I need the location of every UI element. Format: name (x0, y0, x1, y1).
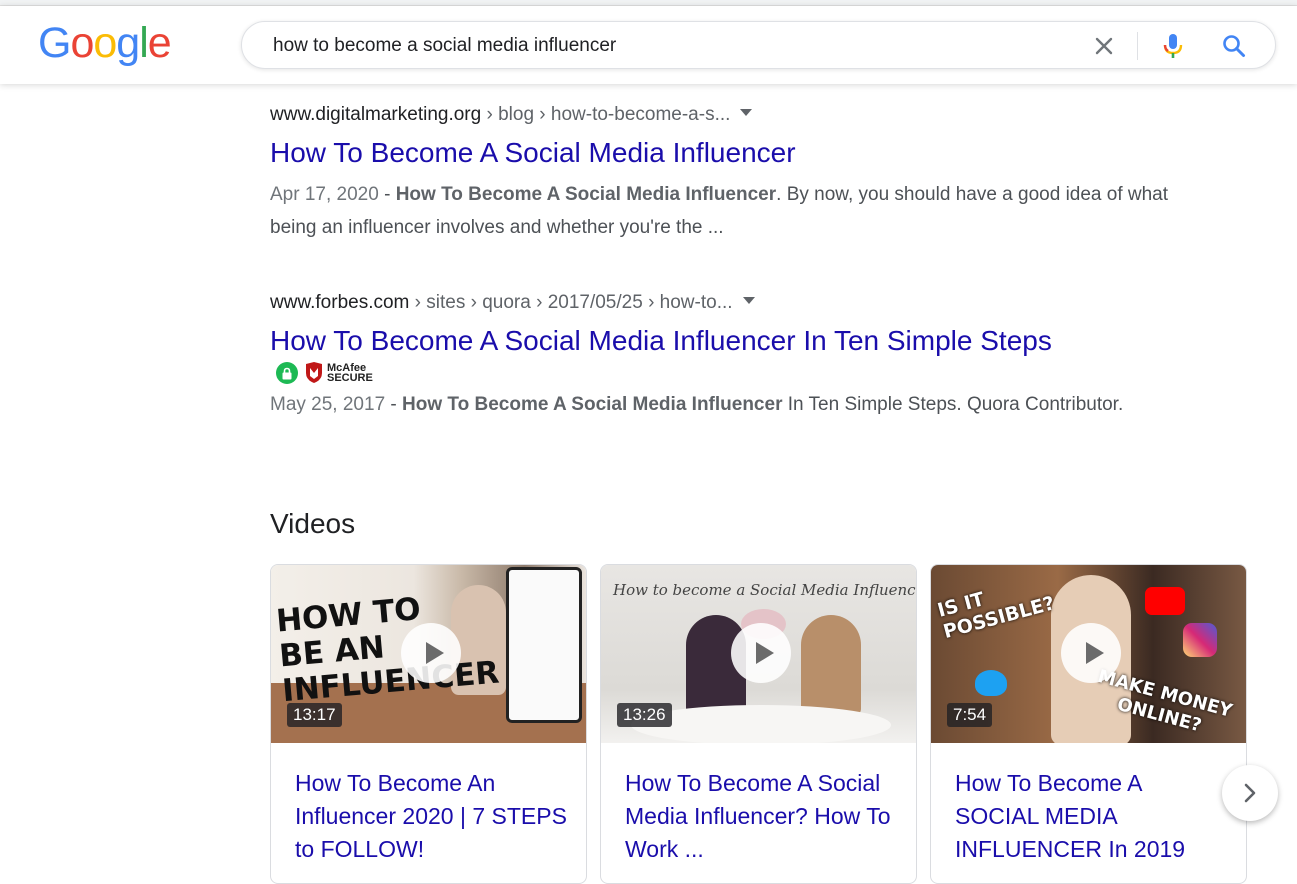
search-box (241, 21, 1276, 69)
result-menu-arrow-icon[interactable] (742, 297, 755, 305)
result-snippet: May 25, 2017 - How To Become A Social Me… (270, 388, 1190, 421)
result-site: www.forbes.com (270, 292, 410, 313)
play-icon (1061, 623, 1121, 683)
thumbnail-caption: How to become a Social Media Influencer! (613, 581, 917, 599)
thumbnail-phone (506, 567, 582, 723)
video-thumbnail: How to become a Social Media Influencer!… (601, 565, 917, 743)
video-title-link[interactable]: How To Become A Social Media Influencer?… (625, 767, 900, 866)
video-card[interactable]: HOW TO BE AN INFLUENCER 13:17 How To Bec… (270, 564, 587, 884)
mcafee-shield-icon (306, 362, 322, 383)
result-snippet: Apr 17, 2020 - How To Become A Social Me… (270, 178, 1190, 244)
result-title-link[interactable]: How To Become A Social Media Influencer (270, 136, 1190, 170)
clear-search-button[interactable] (1092, 34, 1116, 58)
result-title-link[interactable]: How To Become A Social Media Influencer … (270, 324, 1190, 358)
chevron-right-icon (1244, 783, 1256, 803)
snippet-text: In Ten Simple Steps. Quora Contributor. (782, 394, 1124, 415)
video-thumbnail: IS IT POSSIBLE? MAKE MONEY ONLINE? 7:54 (931, 565, 1246, 743)
google-logo[interactable]: Google (38, 19, 172, 67)
logo-letter: o (70, 19, 94, 67)
snippet-highlight: How To Become A Social Media Influencer (395, 184, 777, 205)
result-breadcrumbs: › blog › how-to-become-a-s... (481, 104, 731, 125)
close-icon (1095, 37, 1113, 55)
thumbnail-youtube-logo (1145, 587, 1185, 615)
result-url[interactable]: www.digitalmarketing.org › blog › how-to… (270, 103, 1190, 127)
result-menu-arrow-icon[interactable] (740, 109, 753, 117)
mcafee-badge-line2: SECURE (327, 372, 373, 384)
result-url[interactable]: www.forbes.com › sites › quora › 2017/05… (270, 291, 1190, 315)
thumbnail-twitter-logo (975, 670, 1007, 696)
logo-letter: g (116, 19, 140, 67)
video-card[interactable]: How to become a Social Media Influencer!… (600, 564, 917, 884)
thumbnail-caption: HOW TO BE AN INFLUENCER (275, 586, 501, 709)
result-date: May 25, 2017 (270, 394, 386, 415)
logo-letter: l (139, 19, 149, 67)
carousel-next-button[interactable] (1222, 765, 1278, 821)
snippet-highlight: How To Become A Social Media Influencer (402, 394, 783, 415)
video-thumbnail: HOW TO BE AN INFLUENCER 13:17 (271, 565, 586, 743)
video-duration: 13:17 (287, 703, 342, 727)
search-box-divider (1137, 32, 1138, 60)
thumbnail-caption: IS IT POSSIBLE? (935, 571, 1057, 643)
mcafee-badge-text: McAfee SECURE (327, 363, 373, 384)
search-header: Google (0, 6, 1297, 84)
logo-letter: G (38, 19, 71, 67)
thumbnail-person (801, 615, 861, 715)
result-date: Apr 17, 2020 (270, 184, 379, 205)
video-title-link[interactable]: How To Become An Influencer 2020 | 7 STE… (295, 767, 570, 866)
search-result: www.digitalmarketing.org › blog › how-to… (270, 103, 1190, 244)
video-card[interactable]: IS IT POSSIBLE? MAKE MONEY ONLINE? 7:54 … (930, 564, 1247, 884)
voice-search-button[interactable] (1160, 32, 1186, 60)
video-duration: 13:26 (617, 703, 672, 727)
microphone-icon (1163, 34, 1183, 58)
result-breadcrumbs: › sites › quora › 2017/05/25 › how-to... (409, 292, 733, 313)
video-title-link[interactable]: How To Become A SOCIAL MEDIA INFLUENCER … (955, 767, 1230, 866)
logo-letter: e (147, 19, 172, 67)
play-icon (731, 623, 791, 683)
videos-heading: Videos (270, 508, 356, 539)
lock-icon (276, 362, 298, 384)
search-icon (1223, 35, 1245, 57)
snippet-separator: - (378, 184, 396, 205)
logo-letter: o (93, 19, 117, 67)
snippet-separator: - (385, 394, 403, 415)
thumbnail-instagram-logo (1183, 623, 1217, 657)
mcafee-secure-badge[interactable]: McAfee SECURE (270, 360, 1190, 386)
result-site: www.digitalmarketing.org (270, 104, 482, 125)
search-input[interactable] (271, 31, 1075, 61)
video-duration: 7:54 (947, 703, 993, 727)
play-icon (401, 623, 461, 683)
search-result: www.forbes.com › sites › quora › 2017/05… (270, 291, 1190, 421)
search-submit-button[interactable] (1221, 33, 1247, 59)
